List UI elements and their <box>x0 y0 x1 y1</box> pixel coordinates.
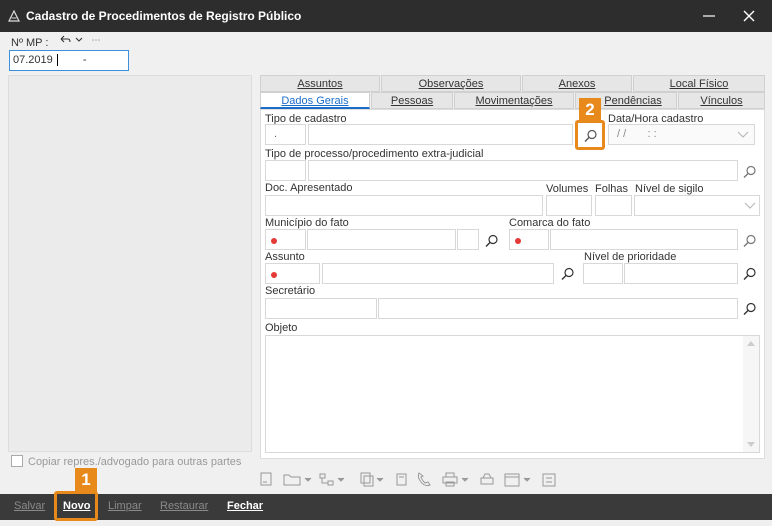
toolbar-icons[interactable] <box>256 468 568 490</box>
chevron-down-icon[interactable] <box>744 202 756 210</box>
tipo-processo-code-input[interactable] <box>265 160 306 181</box>
tab-pessoas[interactable]: Pessoas <box>371 92 453 109</box>
comarca-label: Comarca do fato <box>509 217 591 229</box>
hierarchy-icon <box>319 473 345 486</box>
doc-apresentado-label: Doc. Apresentado <box>265 182 353 194</box>
nivel-prioridade-description-input[interactable] <box>624 263 738 284</box>
mp-number-input[interactable]: 07.2019 - <box>9 50 129 71</box>
secretario-name-input[interactable] <box>378 298 738 319</box>
mp-number-suffix: - <box>82 54 87 66</box>
objeto-label: Objeto <box>265 322 298 334</box>
tab-observacoes[interactable]: Observações <box>381 75 521 92</box>
callout-highlight-search <box>575 120 605 150</box>
search-icon[interactable] <box>742 233 758 249</box>
required-indicator <box>271 272 277 278</box>
tab-anexos[interactable]: Anexos <box>522 75 632 92</box>
tipo-cadastro-code-input[interactable]: . <box>265 124 306 145</box>
required-indicator <box>515 238 521 244</box>
print-icon <box>442 472 469 487</box>
search-icon[interactable] <box>742 301 758 317</box>
assunto-description-input[interactable] <box>322 263 554 284</box>
folhas-input[interactable] <box>595 195 632 216</box>
required-indicator <box>271 238 277 244</box>
tab-dados-gerais[interactable]: Dados Gerais <box>260 92 370 109</box>
salvar-button[interactable]: Salvar <box>14 500 45 512</box>
municipio-label: Município do fato <box>265 217 349 229</box>
tab-movimentacoes[interactable]: Movimentações <box>454 92 574 109</box>
scanner-icon <box>480 473 494 485</box>
window-title: Cadastro de Procedimentos de Registro Pú… <box>26 9 302 23</box>
objeto-scrollbar[interactable] <box>743 336 759 452</box>
search-icon[interactable] <box>742 164 758 180</box>
title-bar: Cadastro de Procedimentos de Registro Pú… <box>0 0 772 32</box>
tab-assuntos[interactable]: Assuntos <box>260 75 380 92</box>
scroll-down-icon[interactable] <box>747 442 755 447</box>
municipio-code-input[interactable] <box>265 229 306 250</box>
nivel-prioridade-code-input[interactable] <box>583 263 623 284</box>
fechar-button[interactable]: Fechar <box>227 500 263 512</box>
search-icon[interactable] <box>560 266 576 282</box>
copy-representative-label: Copiar repres./advogado para outras part… <box>28 456 242 468</box>
app-icon <box>8 10 20 22</box>
tipo-cadastro-description-input[interactable] <box>308 124 573 145</box>
add-document-icon <box>260 472 272 486</box>
callout-highlight-novo <box>54 491 98 521</box>
search-icon[interactable] <box>484 233 500 249</box>
tipo-processo-description-input[interactable] <box>308 160 738 181</box>
restaurar-button[interactable]: Restaurar <box>160 500 208 512</box>
assunto-code-input[interactable] <box>265 263 320 284</box>
search-icon[interactable] <box>742 266 758 282</box>
tipo-processo-label: Tipo de processo/procedimento extra-judi… <box>265 148 484 160</box>
volumes-input[interactable] <box>546 195 592 216</box>
doc-apresentado-input[interactable] <box>265 195 543 216</box>
volumes-label: Volumes <box>546 183 589 195</box>
mp-label: Nº MP : <box>11 37 49 49</box>
mp-number-value: 07.2019 <box>13 54 53 66</box>
tab-vinculos[interactable]: Vínculos <box>678 92 765 109</box>
assunto-label: Assunto <box>265 251 305 263</box>
action-bar: Salvar Novo Limpar Restaurar Fechar <box>0 494 772 520</box>
secretario-code-input[interactable] <box>265 298 377 319</box>
minimize-icon[interactable] <box>700 7 718 25</box>
tab-local-fisico[interactable]: Local Físico <box>633 75 765 92</box>
record-list-panel[interactable] <box>8 75 252 452</box>
data-hora-field[interactable]: / / : : <box>608 124 755 145</box>
objeto-textarea[interactable] <box>265 335 760 453</box>
copy-icon <box>360 472 384 487</box>
callout-badge-2: 2 <box>579 98 601 122</box>
comarca-code-input[interactable] <box>509 229 549 250</box>
municipio-uf-input[interactable] <box>457 229 479 250</box>
text-cursor <box>56 54 58 67</box>
phone-icon <box>417 472 431 487</box>
folder-icon <box>283 474 312 486</box>
copy-representative-checkbox[interactable] <box>11 455 23 467</box>
callout-badge-1: 1 <box>75 468 97 492</box>
calendar-icon <box>504 473 531 487</box>
chevron-down-icon[interactable] <box>737 131 749 139</box>
nivel-prioridade-label: Nível de prioridade <box>584 251 677 263</box>
folhas-label: Folhas <box>595 183 629 195</box>
secretario-label: Secretário <box>265 285 316 297</box>
nivel-sigilo-label: Nível de sigilo <box>635 183 704 195</box>
settings-icon <box>542 473 556 487</box>
nivel-sigilo-select[interactable] <box>634 195 760 216</box>
municipio-name-input[interactable] <box>307 229 456 250</box>
undo-icon[interactable] <box>58 34 108 46</box>
limpar-button[interactable]: Limpar <box>108 500 142 512</box>
close-icon[interactable] <box>740 7 758 25</box>
scroll-up-icon[interactable] <box>747 341 755 346</box>
attach-icon <box>396 473 407 486</box>
comarca-name-input[interactable] <box>550 229 738 250</box>
